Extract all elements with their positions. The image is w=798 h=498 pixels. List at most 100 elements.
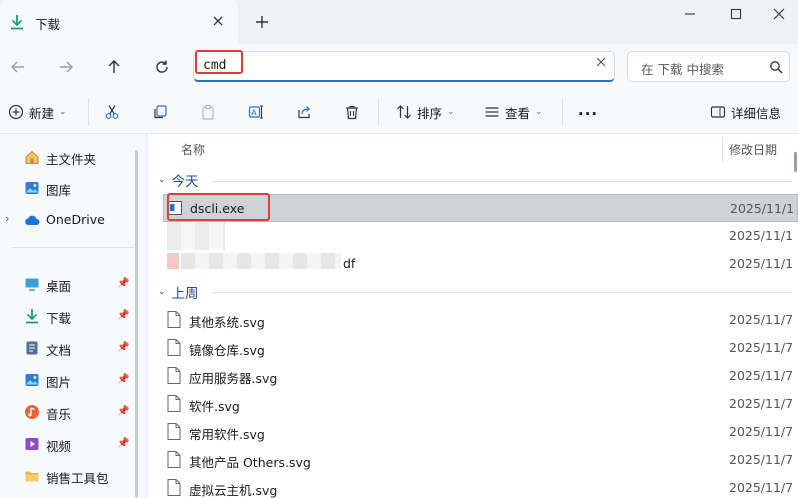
svg-file-icon <box>167 311 181 328</box>
sidebar-scrollbar[interactable] <box>135 150 138 498</box>
minimize-button[interactable] <box>675 4 705 24</box>
share-icon <box>298 106 310 119</box>
view-button[interactable]: 查看 ⌄ <box>484 102 543 122</box>
file-row[interactable]: 镜像仓库.svg 2025/11/7 <box>163 334 798 362</box>
sidebar-item-home[interactable]: 主文件夹 <box>0 143 145 171</box>
file-row[interactable]: 2025/11/1 <box>163 222 798 250</box>
details-pane-button[interactable]: 详细信息 <box>710 102 781 122</box>
file-name: 其他产品 Others.svg <box>189 455 311 470</box>
close-window-button[interactable] <box>764 4 794 24</box>
cut-button[interactable] <box>104 102 120 122</box>
sidebar-item-label: 图片 <box>46 375 72 390</box>
svg-file-icon <box>167 367 181 384</box>
sidebar-item-pictures[interactable]: 图片 📌 <box>0 366 145 394</box>
group-divider <box>212 181 792 182</box>
arrow-up-icon <box>108 60 120 73</box>
music-icon <box>25 405 39 419</box>
column-divider[interactable] <box>722 138 723 162</box>
sidebar-item-videos[interactable]: 视频 📌 <box>0 430 145 458</box>
document-icon <box>26 341 38 355</box>
address-input[interactable]: cmd <box>193 51 615 82</box>
sidebar-item-sales-toolkit[interactable]: 销售工具包 <box>0 462 145 490</box>
sidebar-item-label: 主文件夹 <box>46 152 97 167</box>
tab-downloads[interactable]: 下载 <box>0 0 238 44</box>
rename-icon: A <box>248 105 263 119</box>
search-input[interactable]: 在 下载 中搜索 <box>627 51 790 82</box>
maximize-icon <box>730 8 742 20</box>
download-icon <box>11 15 23 30</box>
forward-button[interactable] <box>56 57 76 77</box>
delete-button[interactable] <box>344 102 360 122</box>
sidebar-item-downloads[interactable]: 下载 📌 <box>0 302 145 330</box>
sidebar-item-label: 音乐 <box>46 407 72 422</box>
file-row[interactable]: df 2025/11/1 <box>163 250 798 278</box>
column-header-modified[interactable]: 修改日期 <box>729 141 777 158</box>
file-row[interactable]: 常用软件.svg 2025/11/7 <box>163 418 798 446</box>
new-tab-icon[interactable] <box>253 13 271 31</box>
chevron-down-icon: ⌄ <box>158 175 166 185</box>
pdf-file-icon <box>167 253 179 269</box>
arrow-right-icon <box>60 61 73 73</box>
details-pane-icon <box>710 106 726 118</box>
download-icon <box>26 309 38 324</box>
file-name: 软件.svg <box>189 399 240 414</box>
pin-icon[interactable]: 📌 <box>117 438 129 449</box>
sidebar-item-desktop[interactable]: 桌面 📌 <box>0 270 145 298</box>
sidebar-item-onedrive[interactable]: › OneDrive <box>0 206 145 234</box>
sort-button[interactable]: 排序 ⌄ <box>396 102 455 122</box>
paste-button[interactable] <box>200 102 216 122</box>
address-bar-row: cmd 在 下载 中搜索 <box>0 44 798 90</box>
details-label: 详细信息 <box>731 105 782 121</box>
file-row[interactable]: 应用服务器.svg 2025/11/7 <box>163 362 798 390</box>
pin-icon[interactable]: 📌 <box>117 406 129 417</box>
redacted-filename <box>167 222 225 250</box>
back-button[interactable] <box>8 57 28 77</box>
rename-button[interactable]: A <box>248 102 264 122</box>
file-date: 2025/11/7 <box>729 424 794 439</box>
file-list-scrollbar[interactable] <box>794 152 797 172</box>
sort-icon <box>397 105 411 119</box>
search-icon <box>770 61 783 74</box>
up-button[interactable] <box>104 57 124 77</box>
file-date: 2025/11/7 <box>729 396 794 411</box>
file-date: 2025/11/1 <box>729 228 794 243</box>
group-header-today[interactable]: ⌄ 今天 <box>158 170 199 190</box>
pin-icon[interactable]: 📌 <box>117 310 129 321</box>
sidebar-item-label: 下载 <box>46 311 72 326</box>
svg-text:A: A <box>251 109 257 118</box>
more-options-button[interactable]: ... <box>578 100 598 120</box>
column-header-name[interactable]: 名称 <box>181 141 205 158</box>
more-label: ... <box>578 101 599 119</box>
sidebar-item-music[interactable]: 音乐 📌 <box>0 398 145 426</box>
refresh-button[interactable] <box>152 57 172 77</box>
tab-title: 下载 <box>35 17 61 32</box>
file-row[interactable]: 软件.svg 2025/11/7 <box>163 390 798 418</box>
sidebar-item-label: 视频 <box>46 439 72 454</box>
pin-icon[interactable]: 📌 <box>117 374 129 385</box>
home-icon <box>25 150 39 164</box>
svg-file-icon <box>167 395 181 412</box>
chevron-right-icon[interactable]: › <box>5 212 9 225</box>
file-row[interactable]: 其他产品 Others.svg 2025/11/7 <box>163 446 798 474</box>
svg-file-icon <box>167 479 181 496</box>
maximize-button[interactable] <box>721 4 751 24</box>
close-tab-icon[interactable] <box>210 13 226 29</box>
clipboard-icon <box>202 104 214 120</box>
pin-icon[interactable]: 📌 <box>117 342 129 353</box>
new-button[interactable]: 新建 ⌄ <box>8 102 67 122</box>
video-icon <box>25 438 39 450</box>
clear-address-icon[interactable] <box>594 55 608 69</box>
share-button[interactable] <box>296 102 312 122</box>
pin-icon[interactable]: 📌 <box>117 278 129 289</box>
group-header-last-week[interactable]: ⌄ 上周 <box>158 282 199 302</box>
file-row[interactable]: 其他系统.svg 2025/11/7 <box>163 306 798 334</box>
plus-circle-icon <box>8 104 24 120</box>
copy-button[interactable] <box>152 102 168 122</box>
copy-icon <box>154 105 167 119</box>
close-icon <box>773 8 785 20</box>
sidebar-item-documents[interactable]: 文档 📌 <box>0 334 145 362</box>
file-row[interactable]: 虚拟云主机.svg 2025/11/7 <box>163 474 798 498</box>
sidebar-item-gallery[interactable]: 图库 <box>0 174 145 202</box>
trash-icon <box>346 105 358 120</box>
toolbar-divider <box>562 98 563 126</box>
